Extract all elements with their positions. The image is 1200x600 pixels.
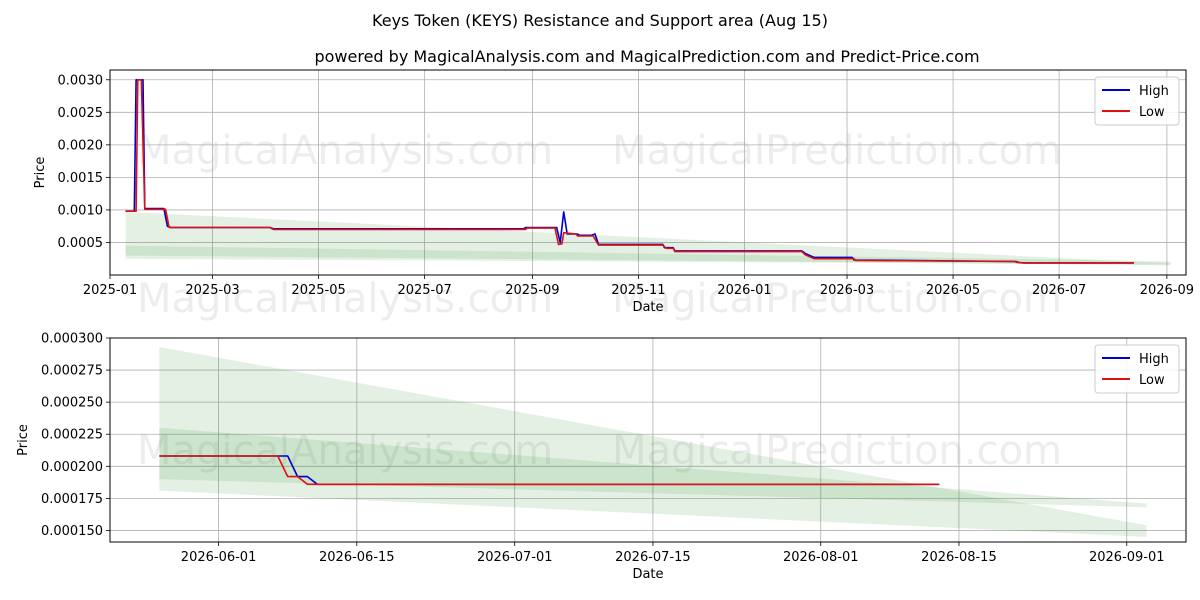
- x-tick-label: 2025-07: [397, 283, 451, 298]
- legend-label-high: High: [1139, 84, 1169, 99]
- legend-label-high: High: [1139, 352, 1169, 367]
- x-tick-label: 2026-07: [1032, 283, 1086, 298]
- x-tick-label: 2026-07-01: [477, 550, 553, 565]
- y-tick-label: 0.000300: [41, 332, 103, 347]
- x-tick-label: 2026-03: [820, 283, 874, 298]
- y-tick-label: 0.000250: [41, 396, 103, 411]
- y-tick-label: 0.0005: [58, 236, 104, 251]
- y-tick-label: 0.000150: [41, 524, 103, 539]
- x-tick-label: 2025-03: [185, 283, 239, 298]
- y-tick-label: 0.000175: [41, 492, 103, 507]
- x-tick-label: 2026-06-15: [319, 550, 395, 565]
- watermark-prediction: MagicalPrediction.com: [612, 128, 1062, 174]
- y-tick-label: 0.0015: [58, 171, 104, 186]
- y-axis-label: Price: [16, 424, 31, 456]
- x-axis-label: Date: [632, 567, 663, 582]
- chart-title: Keys Token (KEYS) Resistance and Support…: [372, 11, 828, 30]
- x-tick-label: 2025-11: [611, 283, 665, 298]
- plot-1: MagicalAnalysis.com MagicalPrediction.com…: [33, 69, 1194, 322]
- x-axis-label: Date: [632, 300, 663, 315]
- y-tick-label: 0.0010: [58, 203, 104, 218]
- chart-subtitle: powered by MagicalAnalysis.com and Magic…: [314, 47, 979, 66]
- y-tick-label: 0.000200: [41, 460, 103, 475]
- x-tick-label: 2026-08-01: [783, 550, 859, 565]
- legend: High Low: [1094, 76, 1180, 126]
- x-tick-label: 2026-06-01: [181, 550, 257, 565]
- x-tick-label: 2025-01: [83, 283, 137, 298]
- x-tick-label: 2026-09-01: [1089, 550, 1165, 565]
- legend-label-low: Low: [1139, 373, 1165, 388]
- x-tick-label: 2026-05: [926, 283, 980, 298]
- x-tick-label: 2025-09: [505, 283, 559, 298]
- chart-canvas: Keys Token (KEYS) Resistance and Support…: [16, 11, 1194, 582]
- watermark-analysis: MagicalAnalysis.com: [137, 128, 553, 174]
- y-tick-label: 0.0030: [58, 73, 104, 88]
- x-tick-label: 2026-08-15: [921, 550, 997, 565]
- x-tick-label: 2025-05: [291, 283, 345, 298]
- y-tick-label: 0.0025: [58, 106, 104, 121]
- y-tick-label: 0.0020: [58, 138, 104, 153]
- legend: High Low: [1094, 344, 1180, 394]
- legend-label-low: Low: [1139, 105, 1165, 120]
- plot-2: MagicalAnalysis.com MagicalPrediction.com…: [16, 332, 1187, 582]
- x-tick-label: 2026-07-15: [615, 550, 691, 565]
- x-tick-label: 2026-09: [1140, 283, 1194, 298]
- x-tick-label: 2026-01: [717, 283, 771, 298]
- y-axis-label: Price: [33, 157, 48, 189]
- y-tick-label: 0.000225: [41, 428, 103, 443]
- y-tick-label: 0.000275: [41, 364, 103, 379]
